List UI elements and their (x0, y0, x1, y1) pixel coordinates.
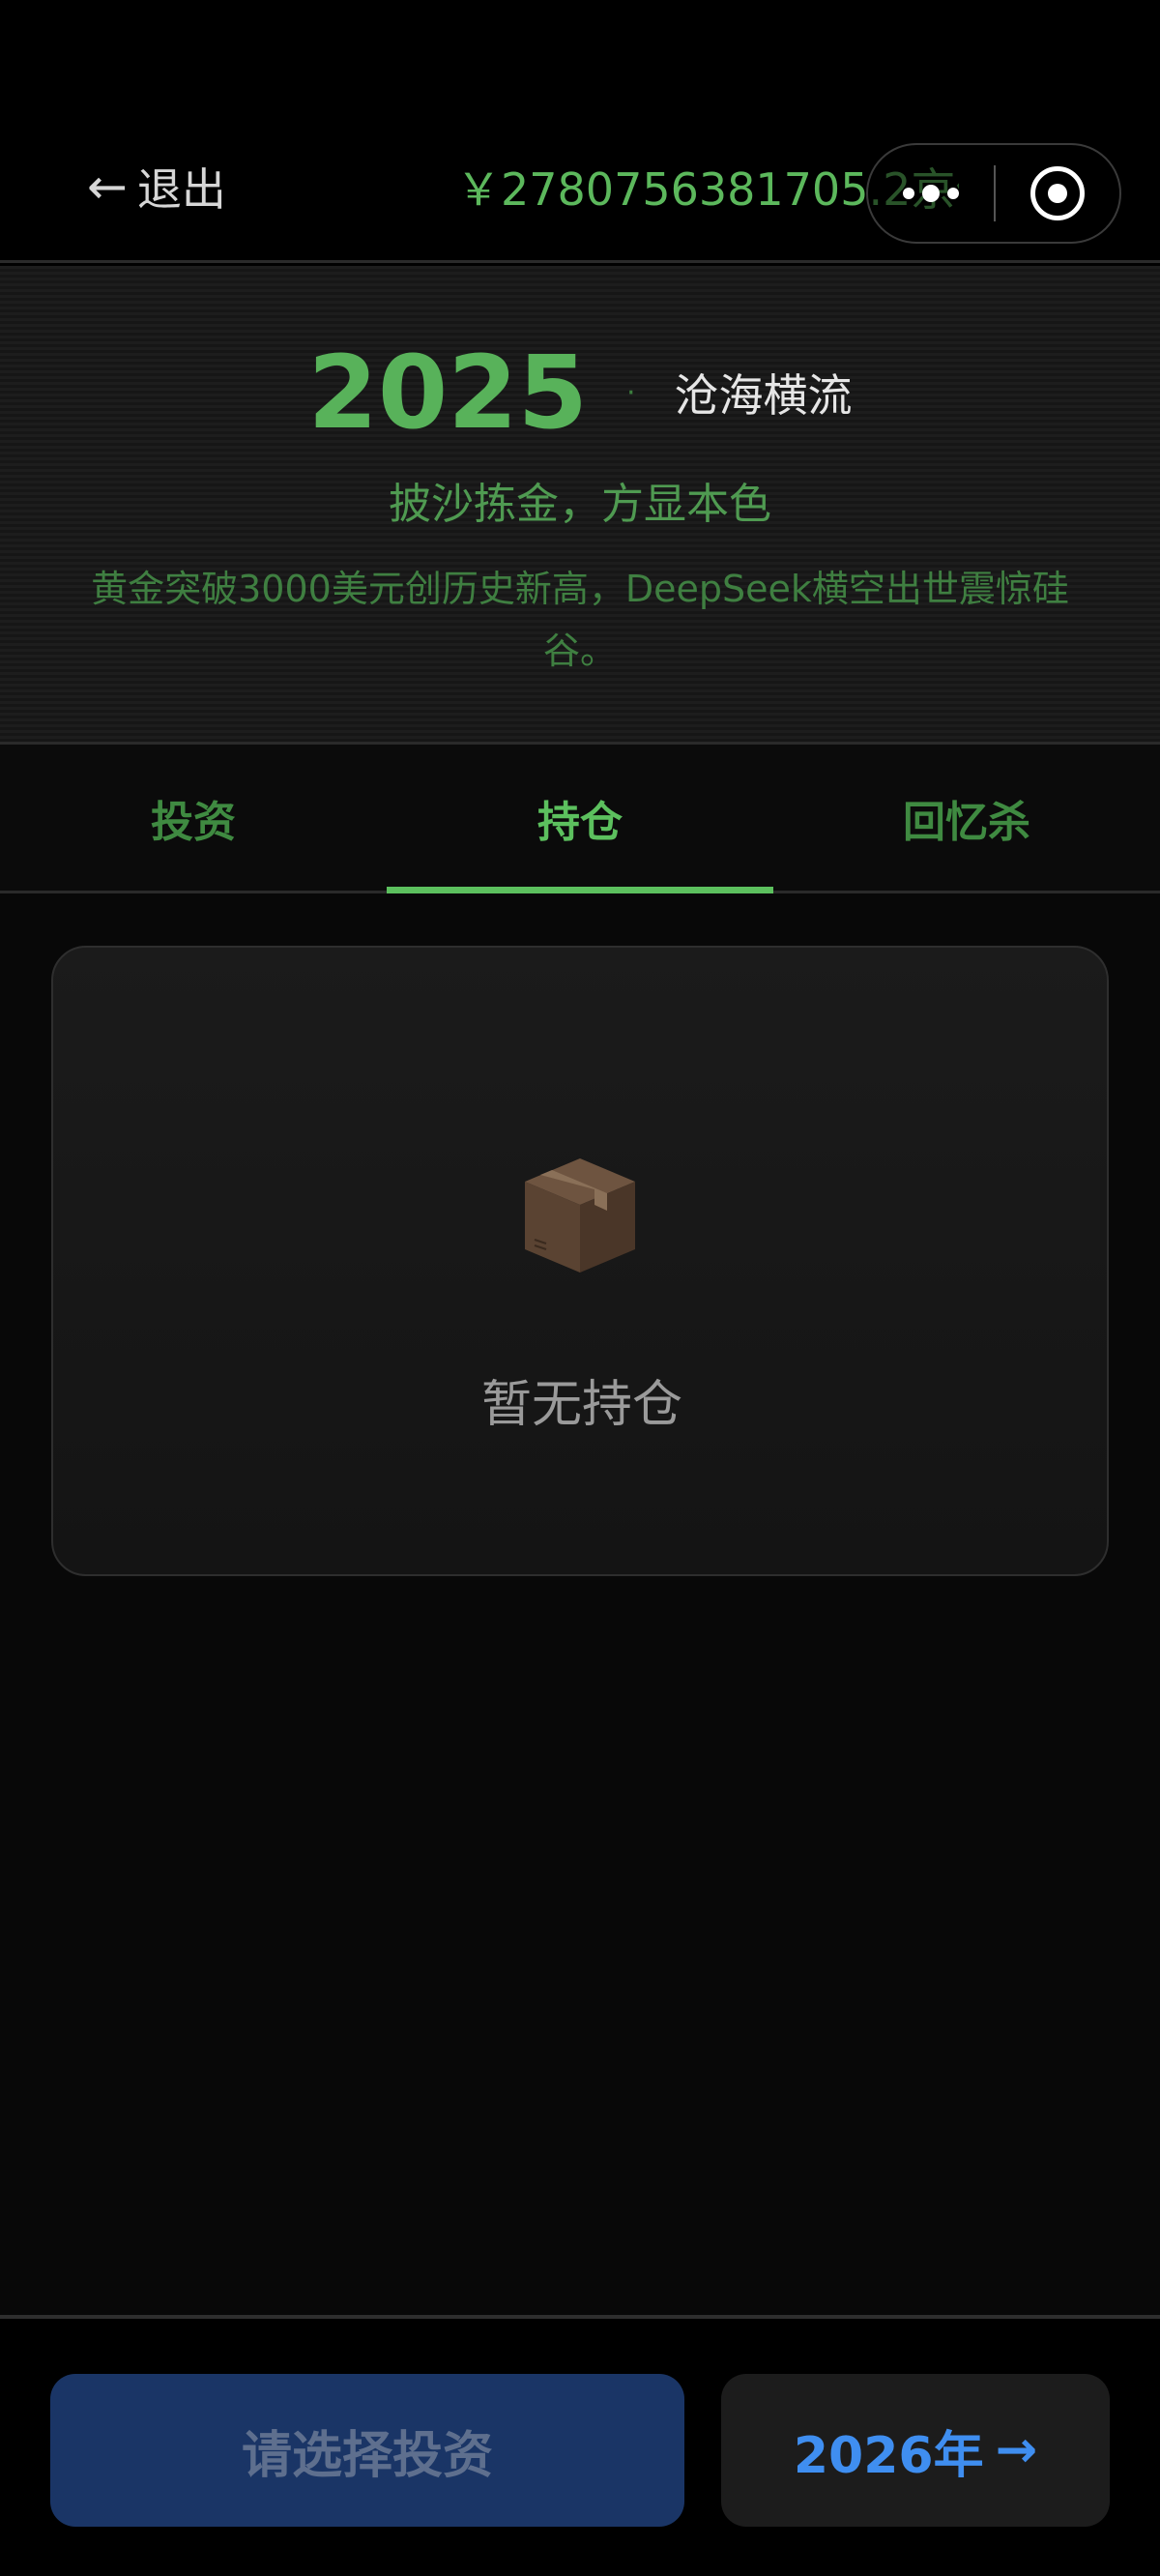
mini-program-capsule (866, 143, 1121, 244)
year-header: 2025 · 沧海横流 披沙拣金，方显本色 黄金突破3000美元创历史新高，De… (0, 266, 1160, 745)
year-news: 黄金突破3000美元创历史新高，DeepSeek横空出世震惊硅谷。 (91, 568, 1069, 672)
package-box-icon (525, 1158, 635, 1273)
year-number: 2025 (307, 334, 588, 452)
exit-button[interactable]: ← 退出 (87, 155, 226, 219)
next-year-button[interactable]: 2026年 → (721, 2374, 1110, 2527)
next-year-label: 2026年 (793, 2426, 984, 2485)
empty-holdings-text: 暂无持仓 (480, 1376, 682, 1434)
active-tab-indicator (387, 887, 773, 893)
holdings-panel: 暂无持仓 (0, 893, 1160, 2315)
exit-label: 退出 (136, 163, 226, 216)
select-investment-label: 请选择投资 (241, 2426, 493, 2485)
top-bar: ← 退出 ￥2780756381705.2京亿 (0, 0, 1160, 263)
arrow-left-icon: ← (87, 159, 128, 215)
year-motto: 披沙拣金，方显本色 (389, 480, 771, 529)
more-icon[interactable] (868, 145, 994, 242)
tab-label: 投资 (151, 797, 236, 847)
tab-bar: 投资 持仓 回忆杀 (0, 745, 1160, 893)
bottom-bar: 请选择投资 2026年 → (0, 2315, 1160, 2576)
tab-holdings[interactable]: 持仓 (387, 745, 773, 893)
tab-invest[interactable]: 投资 (0, 745, 387, 891)
arrow-right-icon: → (995, 2421, 1038, 2479)
year-line: 2025 · 沧海横流 (0, 334, 1160, 452)
tab-label: 持仓 (537, 797, 623, 847)
tab-memories[interactable]: 回忆杀 (773, 745, 1160, 891)
separator-dot: · (625, 375, 636, 410)
select-investment-button[interactable]: 请选择投资 (50, 2374, 684, 2527)
close-icon[interactable] (996, 145, 1119, 242)
app-screen: ← 退出 ￥2780756381705.2京亿 2025 · 沧海横流 披沙拣金… (0, 0, 1160, 2576)
year-title: 沧海横流 (674, 369, 853, 422)
empty-holdings-card: 暂无持仓 (51, 946, 1109, 1576)
tab-label: 回忆杀 (903, 797, 1030, 847)
